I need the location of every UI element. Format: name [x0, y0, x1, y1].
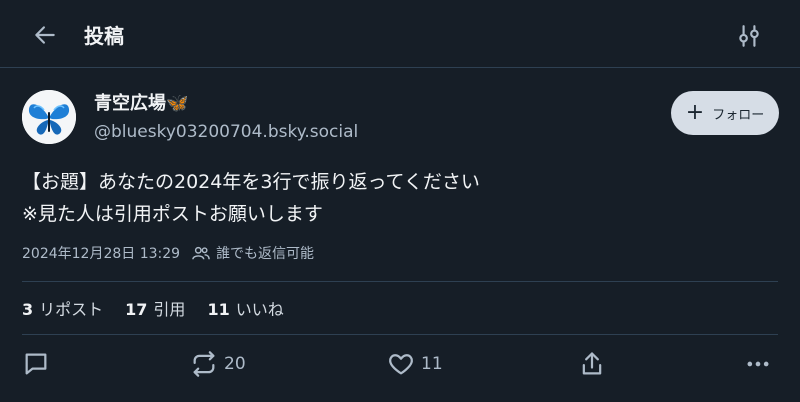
repost-stat-count: 3	[22, 300, 34, 319]
follow-button[interactable]: + フォロー	[671, 91, 779, 135]
like-stat-count: 11	[207, 300, 230, 319]
share-icon	[582, 352, 602, 375]
people-icon	[192, 246, 210, 260]
like-stat-label: いいね	[235, 300, 284, 319]
author-handle[interactable]: @bluesky03200704.bsky.social	[94, 120, 358, 144]
post-timestamp[interactable]: 2024年12月28日 13:29	[22, 243, 180, 263]
like-button[interactable]: 11	[387, 350, 443, 378]
arrow-left-icon	[35, 26, 55, 44]
more-options-button[interactable]	[744, 350, 772, 378]
post-body: 【お題】あなたの2024年を3行で振り返ってください ※見た人は引用ポストお願い…	[22, 166, 480, 230]
share-button[interactable]	[578, 350, 606, 378]
repost-icon	[193, 351, 215, 377]
reply-bubble-icon	[25, 353, 47, 375]
page-title: 投稿	[84, 24, 124, 48]
like-count: 11	[421, 354, 443, 374]
butterfly-avatar-icon	[22, 90, 76, 144]
plus-icon: +	[685, 100, 705, 125]
like-stat[interactable]: 11 いいね	[207, 296, 283, 320]
post-actions: 20 11	[0, 350, 800, 384]
repost-button[interactable]: 20	[190, 350, 246, 378]
author-display-name[interactable]: 青空広場🦋	[94, 92, 188, 116]
post-text-line: 【お題】あなたの2024年を3行で振り返ってください	[22, 171, 480, 193]
post-text-line: ※見た人は引用ポストお願いします	[22, 203, 323, 225]
quote-stat[interactable]: 17 引用	[125, 296, 185, 320]
reply-button[interactable]	[22, 350, 50, 378]
quote-stat-label: 引用	[153, 300, 186, 319]
divider	[22, 334, 778, 335]
post-stats: 3 リポスト 17 引用 11 いいね	[22, 296, 306, 320]
page-header: 投稿	[0, 0, 800, 68]
repost-stat-label: リポスト	[39, 300, 104, 319]
reply-permission[interactable]: 誰でも返信可能	[216, 243, 314, 263]
divider	[22, 281, 778, 282]
back-button[interactable]	[32, 22, 58, 48]
more-dots-icon	[747, 361, 769, 367]
heart-icon	[389, 354, 413, 375]
repost-stat[interactable]: 3 リポスト	[22, 296, 103, 320]
quote-stat-count: 17	[125, 300, 148, 319]
avatar[interactable]	[22, 90, 76, 144]
thread-options-button[interactable]	[736, 23, 762, 49]
post-meta: 2024年12月28日 13:29 誰でも返信可能	[22, 243, 314, 263]
filter-sliders-icon	[739, 25, 759, 47]
repost-count: 20	[224, 354, 246, 374]
follow-button-label: フォロー	[712, 107, 765, 123]
